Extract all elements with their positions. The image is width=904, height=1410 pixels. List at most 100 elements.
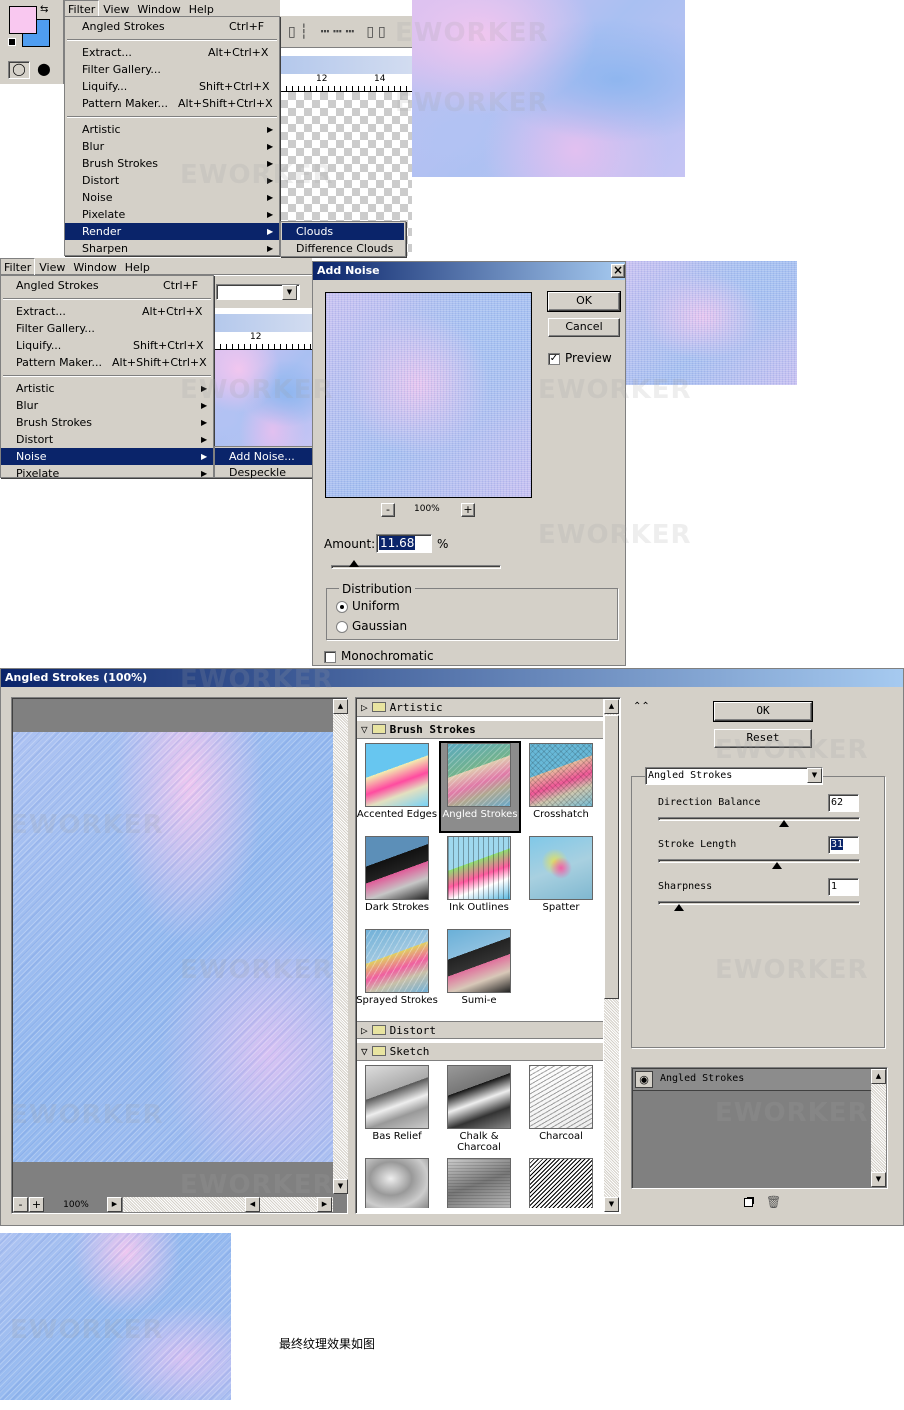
scroll-right-icon[interactable]: ▶ (317, 1197, 332, 1212)
thumb-spatter[interactable] (529, 836, 593, 900)
quickmask-mode-icon[interactable]: ⬤ (33, 61, 55, 79)
new-effect-layer-icon[interactable] (744, 1198, 753, 1207)
menu-item-distort[interactable]: Distort ▶ (65, 172, 279, 189)
zoom-out-button[interactable]: - (13, 1197, 28, 1212)
direction-balance-slider[interactable] (658, 817, 860, 821)
menu-item-blur[interactable]: Blur ▶ (65, 138, 279, 155)
menu-item-filter-gallery[interactable]: Filter Gallery... (65, 61, 279, 78)
gallery-preview-image[interactable] (13, 732, 333, 1162)
zoom-in-button[interactable]: + (29, 1197, 44, 1212)
sharpness-input[interactable]: 1 (828, 878, 859, 896)
folder-brush-strokes[interactable]: ▽ Brush Strokes (357, 721, 603, 739)
scroll-left-icon[interactable]: ◀ (245, 1197, 260, 1212)
menu-item-liquify[interactable]: Liquify... Shift+Ctrl+X (1, 337, 213, 354)
menu-item-pattern-maker[interactable]: Pattern Maker... Alt+Shift+Ctrl+X (1, 354, 213, 371)
menu-item-add-noise[interactable]: Add Noise... (215, 448, 312, 465)
thumb-sumi-e[interactable] (447, 929, 511, 993)
preview-hscroll[interactable] (123, 1197, 333, 1212)
thumb-graphic-pen[interactable] (529, 1158, 593, 1208)
menu-view[interactable]: View (35, 259, 69, 276)
reset-button[interactable]: Reset (714, 729, 812, 748)
thumb-chrome[interactable] (365, 1158, 429, 1208)
browser-scroll-thumb[interactable] (604, 715, 619, 999)
menu-item-sharpen[interactable]: Sharpen ▶ (65, 240, 279, 257)
menu-item-pattern-maker[interactable]: Pattern Maker... Alt+Shift+Ctrl+X (65, 95, 279, 112)
standard-mode-icon[interactable]: ◯ (8, 61, 30, 79)
ok-button[interactable]: OK (547, 291, 621, 312)
cancel-button[interactable]: Cancel (548, 318, 620, 337)
sharpness-thumb[interactable] (674, 904, 684, 911)
collapse-browser-icon[interactable]: ⌃⌃ (633, 701, 650, 712)
trash-icon[interactable]: 🗑 (766, 1195, 781, 1209)
zoom-in-button[interactable]: + (461, 503, 475, 517)
menu-item-despeckle[interactable]: Despeckle (215, 464, 312, 478)
visibility-eye-icon[interactable]: ◉ (635, 1071, 653, 1088)
stroke-length-slider[interactable] (658, 859, 860, 863)
menu-item-brush-strokes[interactable]: Brush Strokes ▶ (65, 155, 279, 172)
add-noise-preview[interactable] (325, 292, 532, 498)
scroll-down-icon[interactable]: ▼ (333, 1179, 348, 1194)
folder-sketch[interactable]: ▽ Sketch (357, 1043, 603, 1061)
monochromatic-checkbox[interactable] (324, 651, 336, 663)
scroll-down-icon[interactable]: ▼ (604, 1197, 619, 1212)
menu-item-noise[interactable]: Noise ▶ (65, 189, 279, 206)
scroll-up-icon[interactable]: ▲ (871, 1069, 886, 1084)
effect-layer-row[interactable]: ◉ Angled Strokes (633, 1069, 871, 1091)
scroll-up-icon[interactable]: ▲ (333, 699, 348, 714)
default-colors-icon[interactable] (8, 38, 16, 46)
preview-vscroll[interactable] (333, 699, 348, 1194)
amount-slider-thumb[interactable] (349, 560, 359, 567)
menu-item-distort[interactable]: Distort ▶ (1, 431, 213, 448)
dropdown-arrow-icon[interactable]: ▼ (282, 285, 297, 300)
layers-vscroll[interactable] (871, 1069, 886, 1187)
thumb-accented-edges[interactable] (365, 743, 429, 807)
menu-item-last-filter[interactable]: Angled Strokes Ctrl+F (1, 277, 213, 294)
menu-item-blur[interactable]: Blur ▶ (1, 397, 213, 414)
menu-item-brush-strokes[interactable]: Brush Strokes ▶ (1, 414, 213, 431)
menu-help[interactable]: Help (121, 259, 154, 276)
menu-item-liquify[interactable]: Liquify... Shift+Ctrl+X (65, 78, 279, 95)
sharpness-slider[interactable] (658, 901, 860, 905)
folder-artistic[interactable]: ▷ Artistic (357, 699, 603, 717)
thumb-angled-strokes[interactable] (447, 743, 511, 807)
amount-input[interactable]: 11.68 (376, 534, 432, 553)
menu-item-pixelate[interactable]: Pixelate ▶ (65, 206, 279, 223)
menu-window[interactable]: Window (69, 259, 120, 276)
filter-select[interactable]: Angled Strokes (645, 767, 823, 785)
thumb-crosshatch[interactable] (529, 743, 593, 807)
folder-distort[interactable]: ▷ Distort (357, 1021, 603, 1039)
direction-balance-input[interactable]: 62 (828, 794, 859, 812)
menu-item-difference-clouds[interactable]: Difference Clouds (282, 240, 404, 257)
menu-item-extract[interactable]: Extract... Alt+Ctrl+X (65, 44, 279, 61)
stroke-length-thumb[interactable] (772, 862, 782, 869)
dropdown-arrow-icon[interactable]: ▼ (807, 768, 822, 783)
zoom-out-button[interactable]: - (381, 503, 395, 517)
align-icons[interactable]: ▯┆ ┅┅┅ ▯▯ (288, 24, 390, 40)
menu-item-last-filter[interactable]: Angled Strokes Ctrl+F (65, 18, 279, 35)
gaussian-radio[interactable] (336, 621, 348, 633)
direction-balance-thumb[interactable] (779, 820, 789, 827)
menu-item-artistic[interactable]: Artistic ▶ (1, 380, 213, 397)
menu-item-render[interactable]: Render ▶ (65, 223, 279, 240)
ok-button[interactable]: OK (713, 701, 813, 722)
uniform-radio[interactable] (336, 601, 348, 613)
menu-item-noise[interactable]: Noise ▶ (1, 448, 213, 465)
zoom-level[interactable]: 100% (45, 1197, 107, 1212)
menu-item-extract[interactable]: Extract... Alt+Ctrl+X (1, 303, 213, 320)
thumb-dark-strokes[interactable] (365, 836, 429, 900)
scroll-up-icon[interactable]: ▲ (604, 699, 619, 714)
menu-item-pixelate[interactable]: Pixelate ▶ (1, 465, 213, 482)
menu-item-filter-gallery[interactable]: Filter Gallery... (1, 320, 213, 337)
swap-colors-icon[interactable]: ⇆ (40, 4, 48, 15)
thumb-conte-crayon[interactable] (447, 1158, 511, 1208)
thumb-chalk-charcoal[interactable] (447, 1065, 511, 1129)
menu-item-clouds[interactable]: Clouds (282, 223, 404, 240)
thumb-charcoal[interactable] (529, 1065, 593, 1129)
close-button[interactable]: × (611, 264, 625, 278)
thumb-sprayed-strokes[interactable] (365, 929, 429, 993)
stroke-length-input[interactable]: 31 (828, 836, 859, 854)
menu-item-artistic[interactable]: Artistic ▶ (65, 121, 279, 138)
scroll-down-icon[interactable]: ▼ (871, 1172, 886, 1187)
thumb-ink-outlines[interactable] (447, 836, 511, 900)
foreground-color-swatch[interactable] (9, 6, 37, 34)
